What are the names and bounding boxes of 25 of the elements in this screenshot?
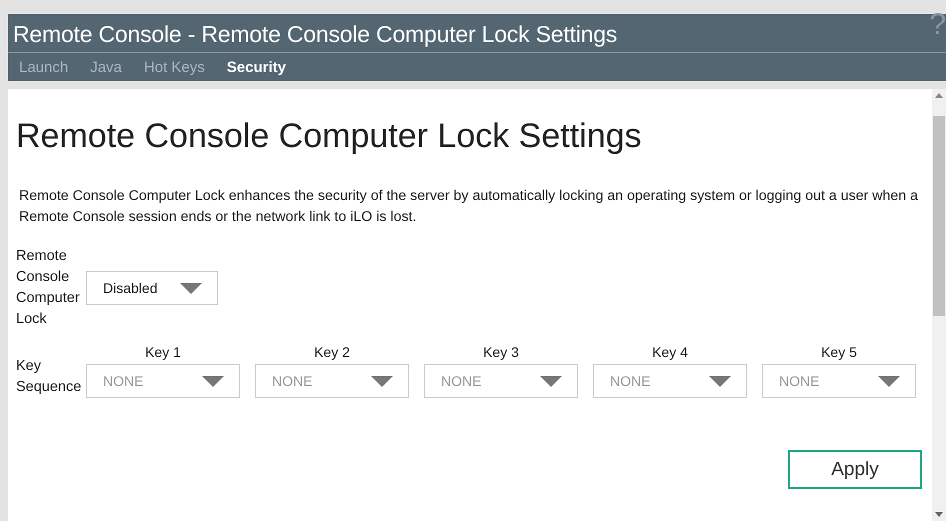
caret-icon: [202, 376, 224, 386]
caret-icon: [540, 376, 562, 386]
caret-icon: [371, 376, 393, 386]
tab[interactable]: Java: [90, 59, 122, 76]
key-label: Key 5: [821, 344, 857, 360]
apply-button[interactable]: Apply: [788, 450, 922, 489]
field-label: Remote Console Computer Lock: [16, 247, 81, 329]
tab[interactable]: Hot Keys: [144, 59, 205, 76]
caret-icon: [709, 376, 731, 386]
scrollbar[interactable]: [932, 89, 946, 521]
page-heading: Remote Console Computer Lock Settings: [16, 117, 643, 156]
key-label: Key 1: [145, 344, 181, 360]
scroll-up-icon[interactable]: [935, 93, 943, 98]
caret-icon: [878, 376, 900, 386]
description: Remote Console Computer Lock enhances the security of the server by automatically locking an operating system or logging out a user when a Remote Console session ends or the network link to iLO is lost.: [19, 187, 920, 227]
lock-select[interactable]: Disabled: [86, 271, 218, 305]
field-label: Key Sequence: [16, 357, 82, 397]
key-label: Key 4: [652, 344, 688, 360]
caret-icon: [180, 282, 202, 294]
tab[interactable]: Launch: [19, 59, 68, 76]
key-label: Key 3: [483, 344, 519, 360]
help-icon[interactable]: ?: [929, 8, 946, 42]
key-label: Key 2: [314, 344, 350, 360]
tab[interactable]: Security: [226, 59, 286, 76]
scroll-down-icon[interactable]: [935, 512, 943, 517]
